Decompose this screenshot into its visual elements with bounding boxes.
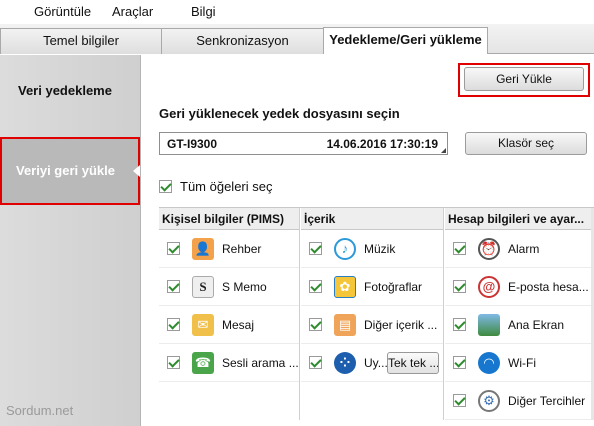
content-column: İçerik ♪ Müzik ✿ Fotoğraflar ▤ Diğer içe… [301, 208, 444, 420]
column-header-content: İçerik [301, 208, 443, 230]
item-label: S Memo [222, 279, 267, 294]
sidebar: Veri yedekleme Veriyi geri yükle Sordum.… [0, 55, 141, 426]
tab-bar: Temel bilgiler Senkronizasyon Yedekleme/… [0, 24, 594, 54]
tab-backup-restore[interactable]: Yedekleme/Geri yükleme [323, 27, 488, 54]
item-checkbox[interactable] [453, 318, 466, 331]
apps-icon: ⁘ [334, 351, 356, 374]
menu-view[interactable]: Görüntüle [34, 4, 91, 19]
select-individually-button[interactable]: Tek tek ... [387, 352, 439, 374]
menu-info[interactable]: Bilgi [191, 4, 216, 19]
list-item[interactable]: S S Memo [159, 268, 299, 306]
select-backup-title: Geri yüklenecek yedek dosyasını seçin [159, 106, 400, 121]
backup-file-select[interactable]: GT-I9300 14.06.2016 17:30:19 [159, 132, 448, 155]
preferences-icon: ⚙ [478, 389, 500, 412]
wifi-icon: ◠ [478, 351, 500, 374]
item-label: E-posta hesa... [508, 279, 589, 294]
message-icon: ✉ [192, 313, 214, 336]
pims-column: Kişisel bilgiler (PIMS) 👤 Rehber S S Mem… [159, 208, 300, 420]
item-checkbox[interactable] [309, 280, 322, 293]
other-content-icon: ▤ [334, 313, 356, 336]
sidebar-item-restore[interactable]: Veriyi geri yükle [0, 137, 140, 205]
item-label: Mesaj [222, 317, 255, 332]
backup-date: 14.06.2016 17:30:19 [326, 137, 438, 151]
item-checkbox[interactable] [167, 280, 180, 293]
list-item[interactable]: ♪ Müzik [301, 230, 443, 268]
select-all-row[interactable]: Tüm öğeleri seç [159, 179, 272, 194]
item-label: Fotoğraflar [364, 279, 423, 294]
watermark: Sordum.net [6, 403, 74, 418]
list-item[interactable]: ⁘ Uy... Tek tek ... [301, 344, 443, 382]
music-icon: ♪ [334, 237, 356, 260]
select-folder-button[interactable]: Klasör seç [465, 132, 587, 155]
email-icon: @ [478, 275, 500, 298]
call-icon: ☎ [192, 351, 214, 374]
photos-icon: ✿ [334, 275, 356, 298]
item-label: Sesli arama ... [222, 355, 299, 370]
list-item[interactable]: ✿ Fotoğraflar [301, 268, 443, 306]
item-checkbox[interactable] [309, 242, 322, 255]
sidebar-item-backup[interactable]: Veri yedekleme [0, 83, 140, 113]
select-all-label: Tüm öğeleri seç [180, 179, 273, 194]
item-checkbox[interactable] [167, 242, 180, 255]
list-item[interactable]: ⚙ Diğer Tercihler [445, 382, 594, 420]
item-label: Ana Ekran [508, 317, 565, 332]
select-all-checkbox[interactable] [159, 180, 172, 193]
items-grid: Kişisel bilgiler (PIMS) 👤 Rehber S S Mem… [159, 207, 594, 420]
list-item[interactable]: Ana Ekran [445, 306, 594, 344]
list-item[interactable]: @ E-posta hesa... [445, 268, 594, 306]
sidebar-item-restore-label: Veriyi geri yükle [16, 163, 116, 178]
tab-sync[interactable]: Senkronizasyon [161, 28, 324, 54]
item-label: Diğer Tercihler [508, 393, 586, 408]
item-checkbox[interactable] [453, 242, 466, 255]
selection-arrow-icon [133, 165, 140, 177]
tab-basic-info[interactable]: Temel bilgiler [0, 28, 162, 54]
list-item[interactable]: ☎ Sesli arama ... [159, 344, 299, 382]
account-settings-column: Hesap bilgileri ve ayar... ⏰ Alarm @ E-p… [445, 208, 594, 420]
column-header-pims: Kişisel bilgiler (PIMS) [159, 208, 299, 230]
home-screen-icon [478, 313, 500, 336]
restore-panel: Geri Yükle Geri yüklenecek yedek dosyası… [142, 55, 594, 426]
item-checkbox[interactable] [453, 356, 466, 369]
contacts-icon: 👤 [192, 237, 214, 260]
item-label: Müzik [364, 241, 396, 256]
s-memo-icon: S [192, 275, 214, 298]
dropdown-corner-icon [441, 148, 446, 153]
menu-bar: Görüntüle Araçlar Bilgi [0, 0, 594, 24]
item-label: Rehber [222, 241, 262, 256]
item-label: Uy... [364, 355, 388, 370]
restore-button[interactable]: Geri Yükle [464, 67, 584, 91]
alarm-icon: ⏰ [478, 237, 500, 260]
item-checkbox[interactable] [309, 356, 322, 369]
menu-tools[interactable]: Araçlar [112, 4, 153, 19]
item-checkbox[interactable] [309, 318, 322, 331]
column-header-account: Hesap bilgileri ve ayar... [445, 208, 594, 230]
list-item[interactable]: ◠ Wi-Fi [445, 344, 594, 382]
item-checkbox[interactable] [167, 318, 180, 331]
item-label: Alarm [508, 241, 540, 256]
list-item[interactable]: ▤ Diğer içerik ... [301, 306, 443, 344]
item-label: Diğer içerik ... [364, 317, 438, 332]
list-item[interactable]: 👤 Rehber [159, 230, 299, 268]
backup-device: GT-I9300 [167, 137, 218, 151]
list-item[interactable]: ⏰ Alarm [445, 230, 594, 268]
item-label: Wi-Fi [508, 355, 536, 370]
item-checkbox[interactable] [453, 394, 466, 407]
list-item[interactable]: ✉ Mesaj [159, 306, 299, 344]
item-checkbox[interactable] [453, 280, 466, 293]
item-checkbox[interactable] [167, 356, 180, 369]
